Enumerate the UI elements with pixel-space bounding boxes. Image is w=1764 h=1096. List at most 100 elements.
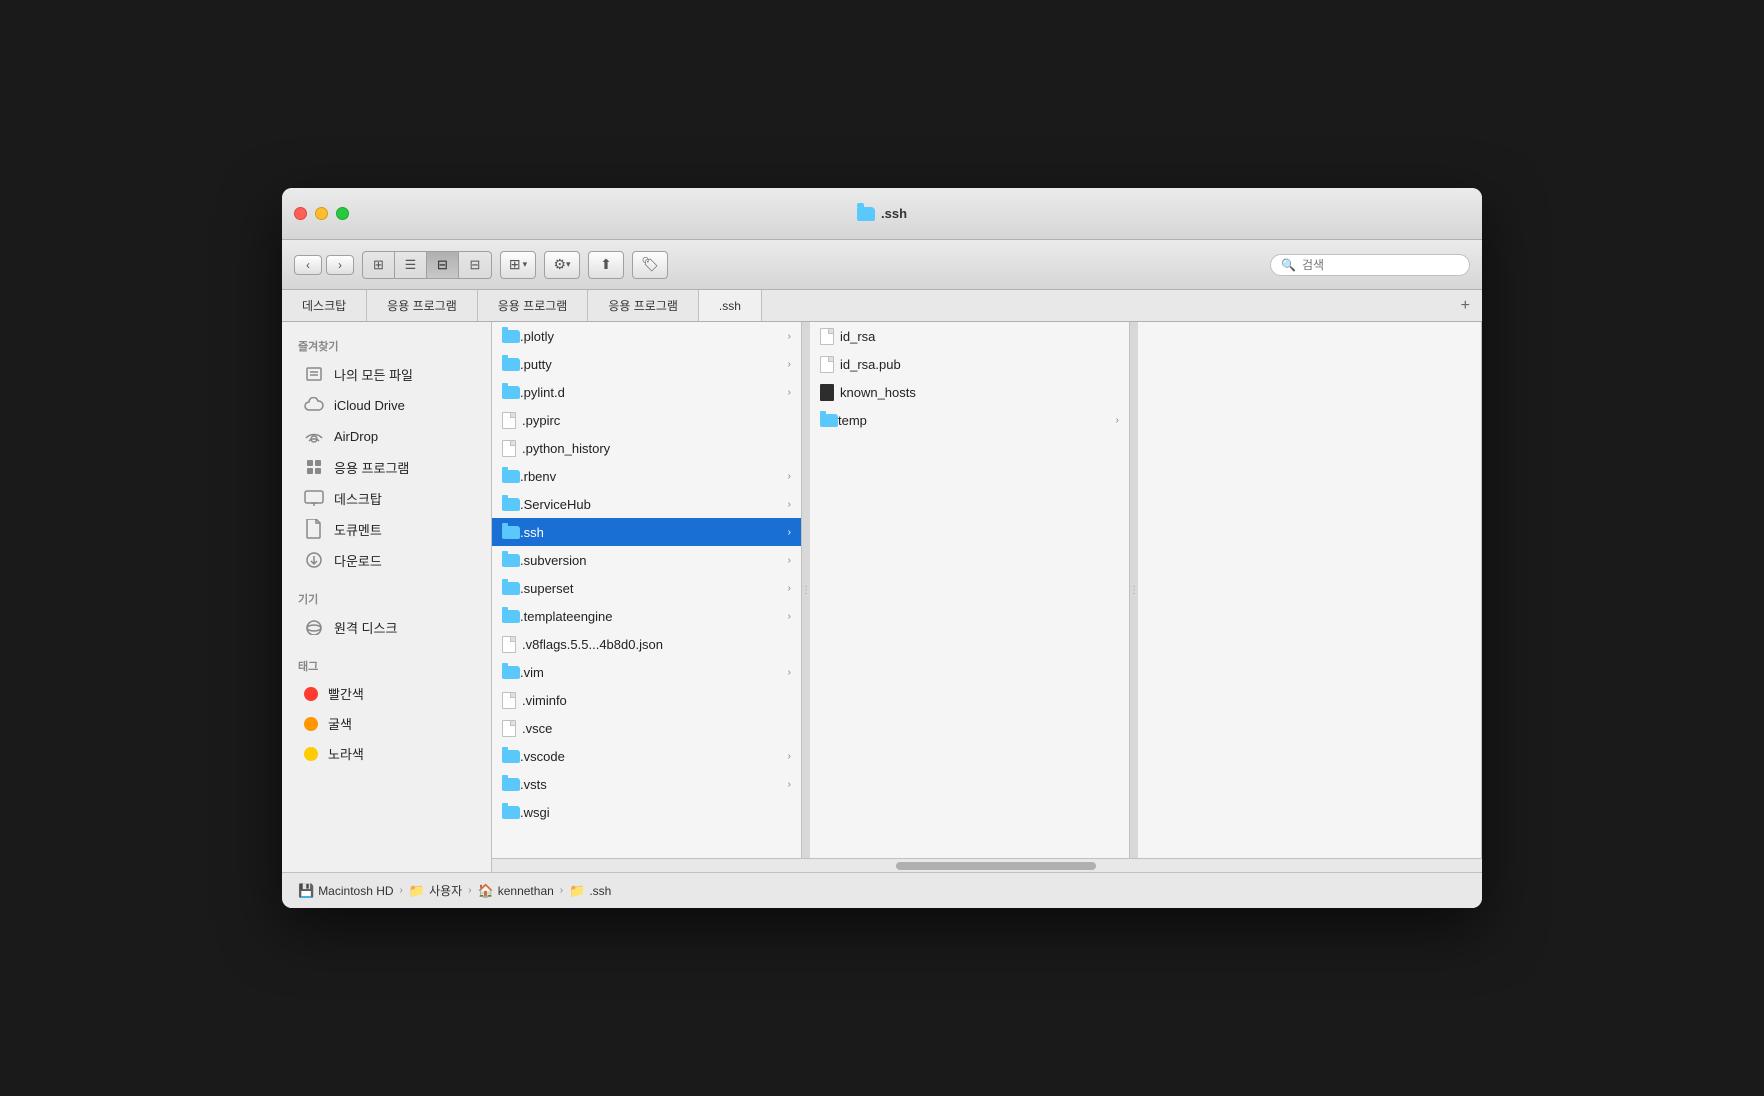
file-item-known-hosts[interactable]: known_hosts xyxy=(810,378,1129,406)
file-item-ssh[interactable]: .ssh › xyxy=(492,518,801,546)
tab-desktop[interactable]: 데스크탑 xyxy=(282,290,367,321)
list-view-button[interactable]: ☰ xyxy=(395,252,427,278)
sidebar-item-downloads[interactable]: 다운로드 xyxy=(288,545,485,575)
breadcrumb-drive[interactable]: 💾 Macintosh HD xyxy=(298,883,394,899)
file-icon xyxy=(502,720,516,737)
file-item-id-rsa-pub[interactable]: id_rsa.pub xyxy=(810,350,1129,378)
back-button[interactable]: ‹ xyxy=(294,255,322,275)
documents-icon xyxy=(304,519,324,539)
file-name: .pylint.d xyxy=(520,385,565,400)
search-icon: 🔍 xyxy=(1281,258,1296,272)
sidebar-item-icloud[interactable]: iCloud Drive xyxy=(288,390,485,420)
downloads-icon xyxy=(304,550,324,570)
file-item-python-history[interactable]: .python_history xyxy=(492,434,801,462)
file-item-viminfo[interactable]: .viminfo xyxy=(492,686,801,714)
horizontal-scrollbar[interactable] xyxy=(492,858,1482,872)
file-columns-wrapper: .plotly › .putty › .pylint.d › xyxy=(492,322,1482,872)
sidebar-item-label: 나의 모든 파일 xyxy=(334,365,413,384)
file-item-subversion[interactable]: .subversion › xyxy=(492,546,801,574)
minimize-button[interactable] xyxy=(315,207,328,220)
file-name: .ServiceHub xyxy=(520,497,591,512)
sidebar-item-apps[interactable]: 응용 프로그램 xyxy=(288,452,485,482)
file-item-pypirc[interactable]: .pypirc xyxy=(492,406,801,434)
file-item-putty[interactable]: .putty › xyxy=(492,350,801,378)
right-column: id_rsa id_rsa.pub known_hosts temp › xyxy=(810,322,1130,858)
apps-icon xyxy=(304,457,324,477)
file-item-vim[interactable]: .vim › xyxy=(492,658,801,686)
file-item-rbenv[interactable]: .rbenv › xyxy=(492,462,801,490)
share-button[interactable]: ⬆ xyxy=(588,251,624,279)
fullscreen-button[interactable] xyxy=(336,207,349,220)
file-name: .plotly xyxy=(520,329,554,344)
arrange-button[interactable]: ⊞ ▾ xyxy=(500,251,536,279)
column-resize-handle[interactable] xyxy=(802,322,810,858)
tag-button[interactable]: 🏷 xyxy=(632,251,668,279)
file-item-temp[interactable]: temp › xyxy=(810,406,1129,434)
expand-chevron: › xyxy=(788,555,791,566)
sidebar-item-tag-red[interactable]: 빨간색 xyxy=(288,679,485,708)
tabbar: 데스크탑 응용 프로그램 응용 프로그램 응용 프로그램 .ssh + xyxy=(282,290,1482,322)
file-item-v8flags[interactable]: .v8flags.5.5...4b8d0.json xyxy=(492,630,801,658)
tab-apps-2[interactable]: 응용 프로그램 xyxy=(478,290,589,321)
sidebar-item-all-files[interactable]: 나의 모든 파일 xyxy=(288,359,485,389)
breadcrumb-users[interactable]: 📁 사용자 xyxy=(409,882,462,899)
action-button[interactable]: ⚙ ▾ xyxy=(544,251,580,279)
file-item-vsts[interactable]: .vsts › xyxy=(492,770,801,798)
tab-ssh[interactable]: .ssh xyxy=(699,290,762,321)
file-item-templateengine[interactable]: .templateengine › xyxy=(492,602,801,630)
forward-button[interactable]: › xyxy=(326,255,354,275)
folder-icon xyxy=(820,414,838,427)
search-bar[interactable]: 🔍 xyxy=(1270,254,1470,276)
folder-icon xyxy=(502,526,520,539)
expand-chevron: › xyxy=(788,471,791,482)
sidebar-item-label: 굴색 xyxy=(328,714,352,733)
file-item-vsce[interactable]: .vsce xyxy=(492,714,801,742)
sidebar: 즐겨찾기 나의 모든 파일 iCloud Drive AirDrop xyxy=(282,322,492,872)
sidebar-item-airdrop[interactable]: AirDrop xyxy=(288,421,485,451)
scrollbar-thumb[interactable] xyxy=(896,862,1096,870)
breadcrumb-label: Macintosh HD xyxy=(318,884,393,898)
file-name: .ssh xyxy=(520,525,544,540)
window-title: .ssh xyxy=(857,206,907,221)
file-name: .vscode xyxy=(520,749,565,764)
column-view-button[interactable]: ⊟ xyxy=(427,252,459,278)
breadcrumb-home[interactable]: 🏠 kennethan xyxy=(478,883,554,899)
expand-chevron: › xyxy=(788,779,791,790)
sidebar-item-remote-disk[interactable]: 원격 디스크 xyxy=(288,612,485,642)
file-item-pylint[interactable]: .pylint.d › xyxy=(492,378,801,406)
new-tab-button[interactable]: + xyxy=(1449,290,1482,321)
close-button[interactable] xyxy=(294,207,307,220)
sidebar-item-desktop[interactable]: 데스크탑 xyxy=(288,483,485,513)
folder-icon xyxy=(502,666,520,679)
file-item-wsgi[interactable]: .wsgi xyxy=(492,798,801,826)
file-item-id-rsa[interactable]: id_rsa xyxy=(810,322,1129,350)
expand-chevron: › xyxy=(788,387,791,398)
sidebar-item-documents[interactable]: 도큐멘트 xyxy=(288,514,485,544)
breadcrumb-sep-2: › xyxy=(468,885,471,896)
far-right-column xyxy=(1138,322,1482,858)
folder-icon: 📁 xyxy=(409,883,425,899)
expand-chevron: › xyxy=(788,527,791,538)
file-item-vscode[interactable]: .vscode › xyxy=(492,742,801,770)
expand-chevron: › xyxy=(788,667,791,678)
file-item-plotly[interactable]: .plotly › xyxy=(492,322,801,350)
sidebar-item-tag-yellow[interactable]: 노라색 xyxy=(288,739,485,768)
sidebar-item-label: 다운로드 xyxy=(334,551,382,570)
gallery-view-button[interactable]: ⊟ xyxy=(459,252,491,278)
bottombar: 💾 Macintosh HD › 📁 사용자 › 🏠 kennethan › 📁… xyxy=(282,872,1482,908)
file-columns-inner: .plotly › .putty › .pylint.d › xyxy=(492,322,1482,858)
icon-view-button[interactable]: ⊞ xyxy=(363,252,395,278)
column-resize-handle-2[interactable] xyxy=(1130,322,1138,858)
sidebar-item-tag-orange[interactable]: 굴색 xyxy=(288,709,485,738)
tab-apps-3[interactable]: 응용 프로그램 xyxy=(588,290,699,321)
view-toggle-group: ⊞ ☰ ⊟ ⊟ xyxy=(362,251,492,279)
file-name: .putty xyxy=(520,357,552,372)
file-item-servicehub[interactable]: .ServiceHub › xyxy=(492,490,801,518)
tab-apps-1[interactable]: 응용 프로그램 xyxy=(367,290,478,321)
sidebar-item-label: 데스크탑 xyxy=(334,489,382,508)
file-name: .vsce xyxy=(522,721,552,736)
breadcrumb-ssh[interactable]: 📁 .ssh xyxy=(569,883,611,899)
file-item-superset[interactable]: .superset › xyxy=(492,574,801,602)
search-input[interactable] xyxy=(1302,258,1459,272)
breadcrumb-sep-3: › xyxy=(560,885,563,896)
